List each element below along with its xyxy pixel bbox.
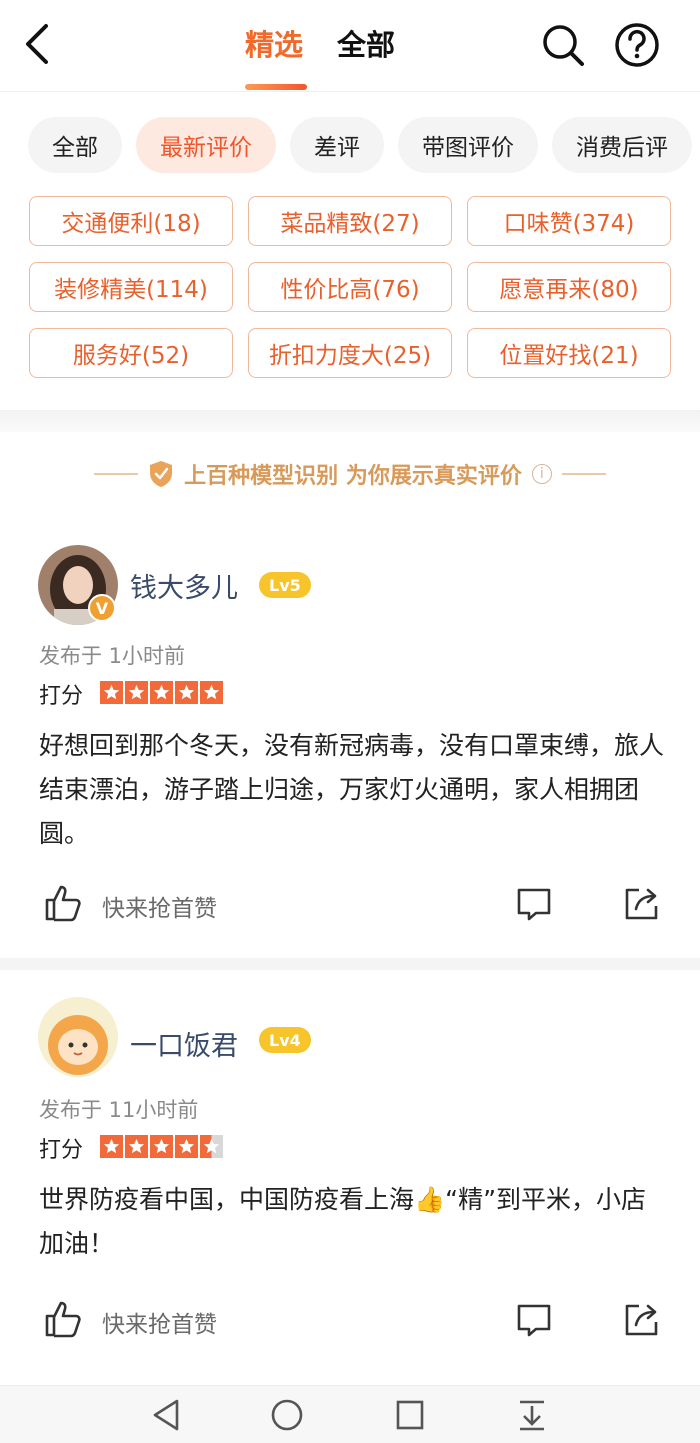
authenticity-banner: 上百种模型识别 为你展示真实评价 i (0, 452, 700, 496)
review-tag[interactable]: 服务好(52) (29, 328, 233, 378)
star-icon (125, 681, 148, 704)
chip-with-photos[interactable]: 带图评价 (398, 117, 538, 173)
nav-back-icon[interactable] (150, 1398, 182, 1432)
review-tag[interactable]: 位置好找(21) (467, 328, 671, 378)
tab-all-label: 全部 (337, 28, 396, 62)
star-icon (100, 681, 123, 704)
score-label: 打分 (39, 1138, 84, 1163)
banner-text: 上百种模型识别 为你展示真实评价 (184, 464, 522, 489)
thumbs-up-icon[interactable] (44, 884, 82, 922)
banner-line-right (561, 473, 606, 475)
info-icon[interactable]: i (531, 464, 552, 484)
chip-all[interactable]: 全部 (28, 117, 122, 173)
like-prompt[interactable]: 快来抢首赞 (102, 1305, 217, 1339)
share-icon[interactable] (624, 1301, 660, 1337)
star-icon (150, 1135, 173, 1158)
post-time: 发布于 11小时前 (39, 1098, 199, 1122)
search-icon[interactable] (540, 22, 586, 68)
thumbs-up-icon[interactable] (44, 1300, 82, 1338)
section-divider (0, 410, 700, 432)
level-badge: Lv4 (259, 1027, 311, 1053)
review-content[interactable]: 世界防疫看中国，中国防疫看上海👍“精”到平米，小店加油！ (39, 1178, 669, 1266)
header-tabs: 精选 全部 (245, 26, 395, 90)
shield-check-icon (150, 461, 173, 487)
verified-badge: V (88, 594, 116, 622)
avatar[interactable] (38, 997, 118, 1077)
username[interactable]: 一口饭君 (130, 1024, 238, 1063)
star-icon (150, 681, 173, 704)
banner-line-left (94, 473, 139, 475)
review-tag[interactable]: 折扣力度大(25) (248, 328, 452, 378)
star-rating (100, 681, 223, 704)
nav-collapse-icon[interactable] (516, 1398, 548, 1432)
top-header: 精选 全部 (0, 0, 700, 92)
star-icon (100, 1135, 123, 1158)
tab-all[interactable]: 全部 (337, 26, 395, 64)
back-arrow-icon[interactable] (18, 22, 58, 66)
review-tag[interactable]: 性价比高(76) (248, 262, 452, 312)
review-tag[interactable]: 口味赞(374) (467, 196, 671, 246)
review-tag[interactable]: 愿意再来(80) (467, 262, 671, 312)
tab-selected-label: 精选 (245, 28, 304, 62)
score-label: 打分 (39, 684, 84, 709)
half-star-icon (200, 1135, 223, 1158)
chip-latest[interactable]: 最新评价 (136, 117, 276, 173)
post-time: 发布于 1小时前 (39, 644, 186, 668)
cartoon-avatar-icon (38, 997, 118, 1077)
like-prompt[interactable]: 快来抢首赞 (102, 889, 217, 923)
review-tag[interactable]: 菜品精致(27) (248, 196, 452, 246)
chip-after-consume[interactable]: 消费后评 (552, 117, 692, 173)
review-content[interactable]: 好想回到那个冬天，没有新冠病毒，没有口罩束缚，旅人结束漂泊，游子踏上归途，万家灯… (39, 724, 669, 856)
review-tags: 交通便利(18) 菜品精致(27) 口味赞(374) 装修精美(114) 性价比… (29, 196, 671, 378)
help-icon[interactable] (614, 22, 660, 68)
nav-home-icon[interactable] (270, 1398, 304, 1432)
active-tab-indicator (245, 84, 307, 90)
comment-icon[interactable] (516, 1302, 552, 1338)
review-tag[interactable]: 交通便利(18) (29, 196, 233, 246)
chip-negative[interactable]: 差评 (290, 117, 384, 173)
filter-chips: 全部 最新评价 差评 带图评价 消费后评 (28, 117, 692, 173)
star-icon (125, 1135, 148, 1158)
share-icon[interactable] (624, 885, 660, 921)
comment-icon[interactable] (516, 886, 552, 922)
star-icon (175, 1135, 198, 1158)
nav-recents-icon[interactable] (394, 1398, 426, 1432)
star-icon (200, 681, 223, 704)
tab-selected[interactable]: 精选 (245, 26, 307, 90)
star-rating (100, 1135, 223, 1158)
review-tag[interactable]: 装修精美(114) (29, 262, 233, 312)
username[interactable]: 钱大多儿 (130, 566, 238, 605)
system-nav-bar (0, 1385, 700, 1443)
review-separator (0, 958, 700, 970)
level-badge: Lv5 (259, 572, 311, 598)
star-icon (175, 681, 198, 704)
